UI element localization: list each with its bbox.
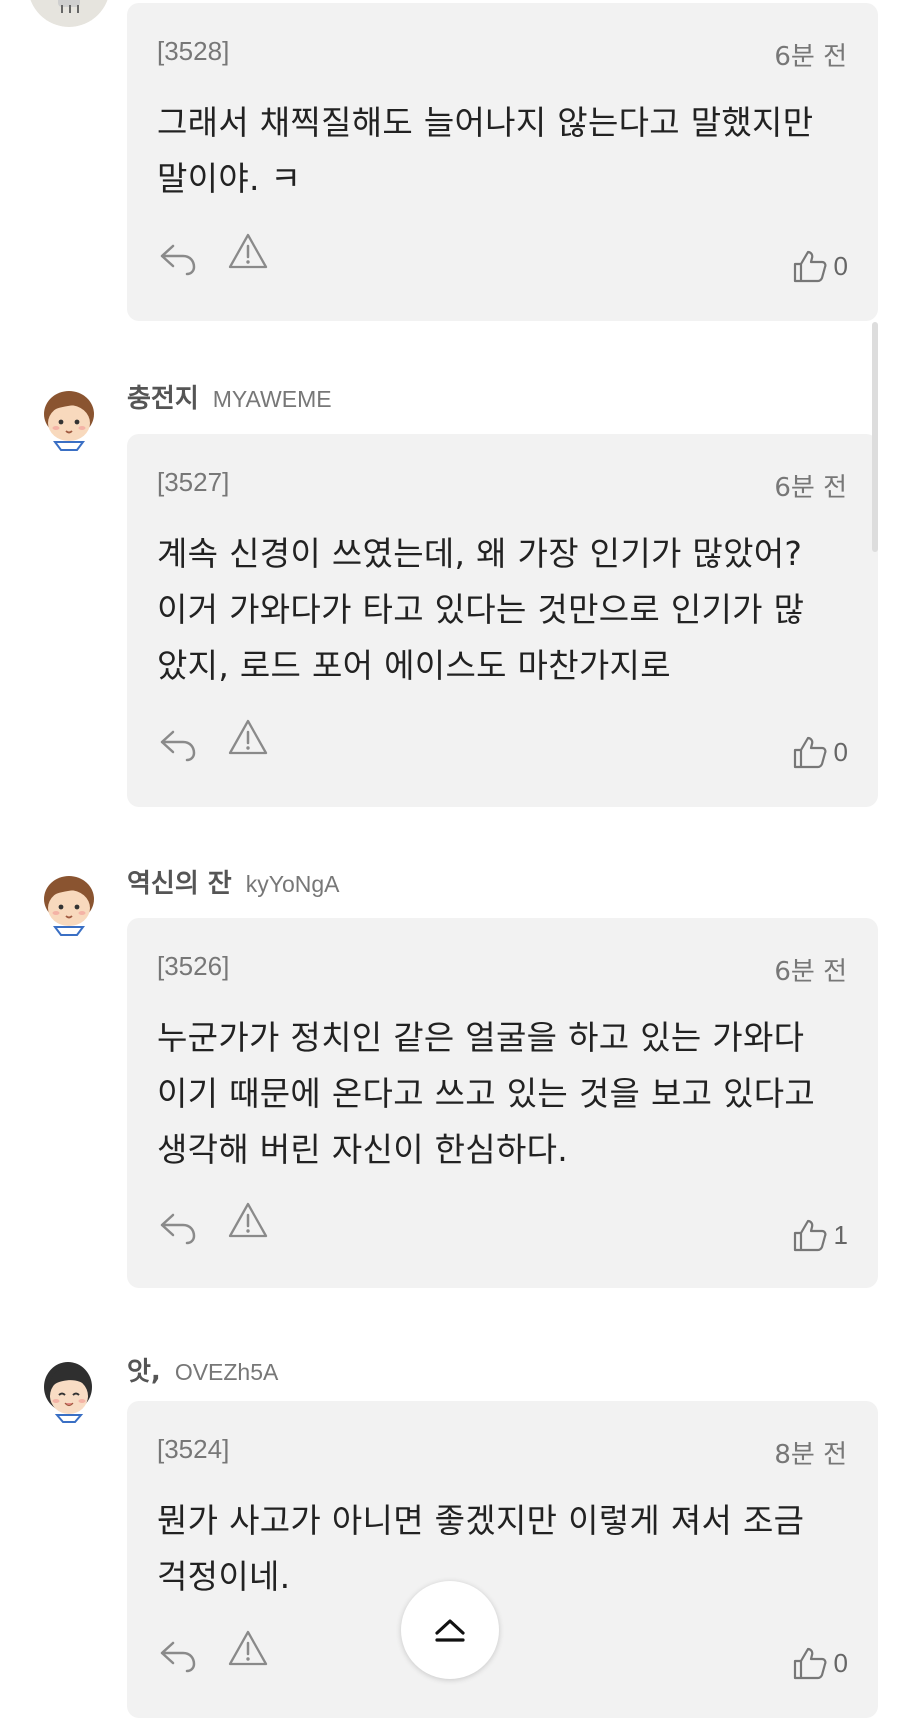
scrollbar[interactable] <box>872 322 878 552</box>
comment-number: [3528] <box>157 36 230 66</box>
like-button[interactable]: 0 <box>792 732 848 772</box>
report-button[interactable] <box>227 1200 269 1242</box>
author-name[interactable]: 충전지 <box>127 378 199 415</box>
avatar[interactable] <box>28 0 110 27</box>
author-id: OVEZh5A <box>174 1359 279 1385</box>
reply-button[interactable] <box>157 236 199 278</box>
comment-author: 앗, OVEZh5A <box>127 1351 278 1391</box>
report-button[interactable] <box>227 231 269 273</box>
comment-text: 뭔가 사고가 아니면 좋겠지만 이렇게 져서 조금 걱정이네. <box>157 1501 805 1596</box>
comment-number: [3526] <box>157 951 230 981</box>
comment-text: 누군가가 정치인 같은 얼굴을 하고 있는 가와다 이기 때문에 온다고 쓰고 … <box>157 1018 816 1169</box>
author-name[interactable]: 앗, <box>127 1351 161 1388</box>
comment-time: 6분 전 <box>774 42 847 72</box>
warning-triangle-icon <box>228 719 268 755</box>
reply-arrow-icon <box>160 730 196 762</box>
author-id: kyYoNgA <box>245 871 340 897</box>
comment-text: 그래서 채찍질해도 늘어나지 않는다고 말했지만 말이야. ㅋ <box>157 103 814 198</box>
warning-triangle-icon <box>228 1202 268 1238</box>
comment-time: 8분 전 <box>774 1440 847 1470</box>
warning-triangle-icon <box>228 233 268 269</box>
thumbs-up-icon <box>793 250 826 283</box>
comment-author: 역신의 잔 kyYoNgA <box>127 863 340 903</box>
comment-text: 계속 신경이 쓰였는데, 왜 가장 인기가 많았어? 이거 가와다가 타고 있다… <box>157 534 805 685</box>
author-name[interactable]: 역신의 잔 <box>127 863 232 900</box>
like-count: 0 <box>833 736 848 767</box>
comment-time: 6분 전 <box>774 473 847 503</box>
reply-button[interactable] <box>157 722 199 764</box>
author-id: MYAWEME <box>212 386 332 412</box>
like-count: 0 <box>833 250 848 281</box>
like-count: 1 <box>833 1219 848 1250</box>
like-button[interactable]: 1 <box>792 1215 848 1255</box>
warning-triangle-icon <box>228 1630 268 1666</box>
comment-time: 6분 전 <box>774 957 847 987</box>
comment-card: [3526] 6분 전 누군가가 정치인 같은 얼굴을 하고 있는 가와다 이기… <box>127 918 878 1288</box>
reply-arrow-icon <box>160 1641 196 1673</box>
reply-button[interactable] <box>157 1205 199 1247</box>
avatar[interactable] <box>28 861 110 943</box>
avatar[interactable] <box>28 376 110 458</box>
comment-card: [3528] 6분 전 그래서 채찍질해도 늘어나지 않는다고 말했지만 말이야… <box>127 3 878 321</box>
comment-card: [3527] 6분 전 계속 신경이 쓰였는데, 왜 가장 인기가 많았어? 이… <box>127 434 878 807</box>
comment-author: 충전지 MYAWEME <box>127 378 332 418</box>
thumbs-up-icon <box>793 1647 826 1680</box>
avatar[interactable] <box>28 1349 110 1431</box>
reply-arrow-icon <box>160 1213 196 1245</box>
like-button[interactable]: 0 <box>792 246 848 286</box>
reply-arrow-icon <box>160 244 196 276</box>
report-button[interactable] <box>227 717 269 759</box>
like-button[interactable]: 0 <box>792 1643 848 1683</box>
scroll-to-top-button[interactable] <box>401 1581 499 1679</box>
thumbs-up-icon <box>793 736 826 769</box>
comment-list-page: [3528] 6분 전 그래서 채찍질해도 늘어나지 않는다고 말했지만 말이야… <box>0 0 900 1729</box>
thumbs-up-icon <box>793 1219 826 1252</box>
chevron-up-icon <box>435 1619 465 1642</box>
comment-card: [3524] 8분 전 뭔가 사고가 아니면 좋겠지만 이렇게 져서 조금 걱정… <box>127 1401 878 1718</box>
like-count: 0 <box>833 1647 848 1678</box>
comment-number: [3524] <box>157 1434 230 1464</box>
reply-button[interactable] <box>157 1633 199 1675</box>
comment-number: [3527] <box>157 467 230 497</box>
report-button[interactable] <box>227 1628 269 1670</box>
